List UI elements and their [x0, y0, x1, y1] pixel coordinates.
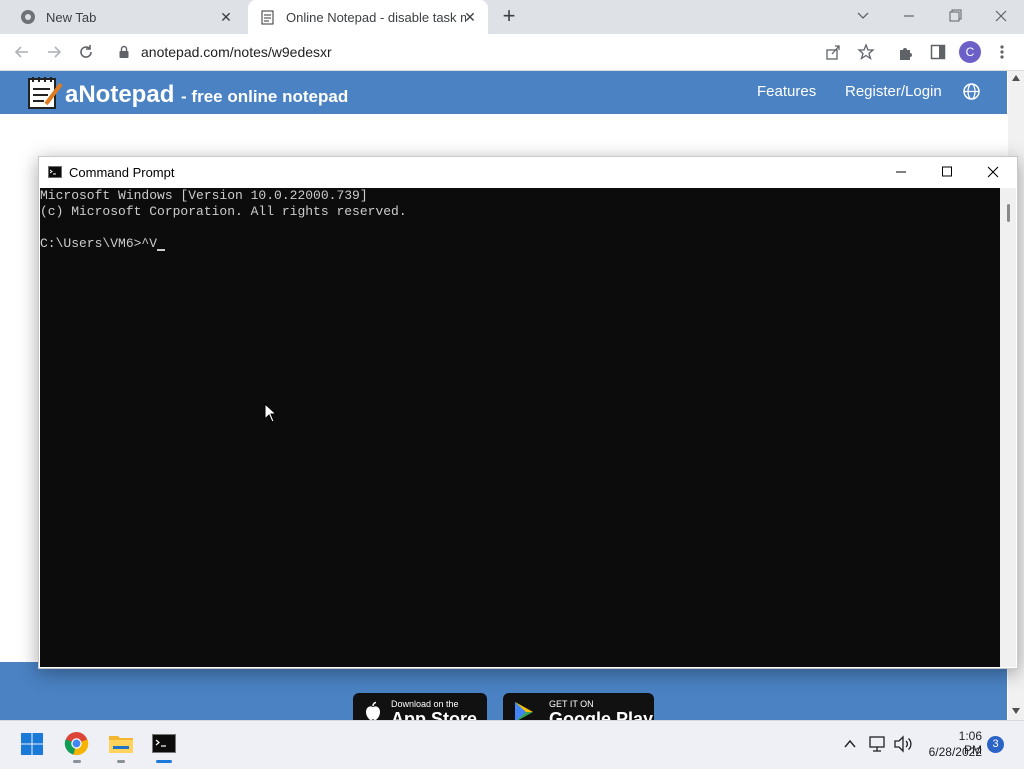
notepad-favicon-icon: [261, 10, 274, 25]
close-tab-icon[interactable]: ✕: [462, 9, 478, 25]
volume-icon[interactable]: [893, 735, 913, 753]
explorer-running-indicator: [117, 760, 125, 763]
side-panel-icon[interactable]: [929, 43, 947, 61]
scroll-up-icon[interactable]: [1012, 75, 1020, 81]
chrome-icon: [21, 10, 35, 24]
lock-icon[interactable]: [118, 45, 130, 59]
tab-title: New Tab: [46, 9, 97, 25]
close-tab-icon[interactable]: ✕: [218, 9, 234, 25]
terminal-prompt: C:\Users\VM6>^V: [40, 236, 158, 251]
google-play-small-text: GET IT ON: [549, 699, 594, 709]
cmd-close-icon[interactable]: [983, 165, 1003, 179]
cmd-scroll-thumb[interactable]: [1007, 204, 1010, 222]
nav-register-login[interactable]: Register/Login: [845, 83, 942, 100]
logo-tagline: - free online notepad: [181, 87, 349, 106]
terminal-line: Microsoft Windows [Version 10.0.22000.73…: [40, 188, 368, 203]
apple-icon: [366, 701, 380, 720]
chrome-taskbar-icon[interactable]: [64, 731, 89, 756]
site-logo[interactable]: aNotepad - free online notepad: [65, 81, 348, 109]
nav-features[interactable]: Features: [757, 83, 816, 100]
cmd-active-indicator: [156, 760, 172, 763]
tab-title: Online Notepad - disable task m: [286, 9, 466, 25]
tab-new-tab[interactable]: New Tab ✕: [8, 0, 244, 34]
back-icon[interactable]: [12, 42, 32, 62]
google-play-badge[interactable]: GET IT ON Google Play: [503, 693, 654, 720]
kebab-menu-icon[interactable]: [995, 43, 1009, 61]
clock-date[interactable]: 6/28/2022: [922, 745, 982, 759]
address-bar[interactable]: anotepad.com/notes/w9edesxr: [141, 44, 332, 60]
forward-icon[interactable]: [44, 42, 64, 62]
cmd-minimize-icon[interactable]: [891, 165, 911, 179]
terminal-line: (c) Microsoft Corporation. All rights re…: [40, 204, 407, 219]
notification-badge[interactable]: 3: [987, 736, 1004, 753]
show-hidden-icons-chevron-icon[interactable]: [842, 737, 858, 751]
cmd-scrollbar[interactable]: [1000, 188, 1016, 667]
globe-icon[interactable]: [962, 82, 981, 101]
new-tab-button[interactable]: +: [498, 5, 520, 28]
cmd-title: Command Prompt: [69, 165, 175, 180]
windows-start-icon[interactable]: [20, 732, 44, 756]
google-play-icon: [515, 702, 533, 720]
file-explorer-icon[interactable]: [108, 732, 134, 754]
minimize-icon[interactable]: [896, 4, 922, 28]
profile-avatar[interactable]: C: [959, 41, 981, 63]
terminal-prompt-line: C:\Users\VM6>^V: [40, 236, 166, 252]
extensions-icon[interactable]: [897, 43, 915, 61]
close-window-icon[interactable]: [988, 4, 1014, 28]
mouse-pointer-icon: [264, 403, 278, 423]
scroll-down-icon[interactable]: [1012, 708, 1020, 714]
tab-search-icon[interactable]: [850, 4, 876, 28]
terminal-output[interactable]: Microsoft Windows [Version 10.0.22000.73…: [40, 188, 1000, 667]
chrome-running-indicator: [73, 760, 81, 763]
share-icon[interactable]: [824, 43, 842, 61]
logo-name: aNotepad: [65, 81, 175, 108]
app-store-badge[interactable]: Download on the App Store: [353, 693, 487, 720]
notepad-logo-icon: [28, 77, 63, 109]
cmd-taskbar-icon[interactable]: [152, 734, 176, 753]
reload-icon[interactable]: [76, 42, 96, 62]
bookmark-star-icon[interactable]: [857, 43, 875, 61]
restore-icon[interactable]: [942, 4, 968, 28]
terminal-cursor: [157, 249, 166, 251]
cmd-maximize-icon[interactable]: [937, 165, 957, 179]
app-store-big-text: App Store: [391, 709, 478, 720]
command-prompt-window[interactable]: Command Prompt Microsoft Windows [Versio…: [38, 156, 1018, 669]
app-store-small-text: Download on the: [391, 699, 459, 709]
tab-online-notepad[interactable]: Online Notepad - disable task m ✕: [248, 0, 488, 34]
network-icon[interactable]: [868, 735, 888, 753]
cmd-titlebar[interactable]: [39, 157, 1017, 187]
google-play-big-text: Google Play: [549, 709, 654, 720]
cmd-app-icon: [48, 166, 62, 178]
